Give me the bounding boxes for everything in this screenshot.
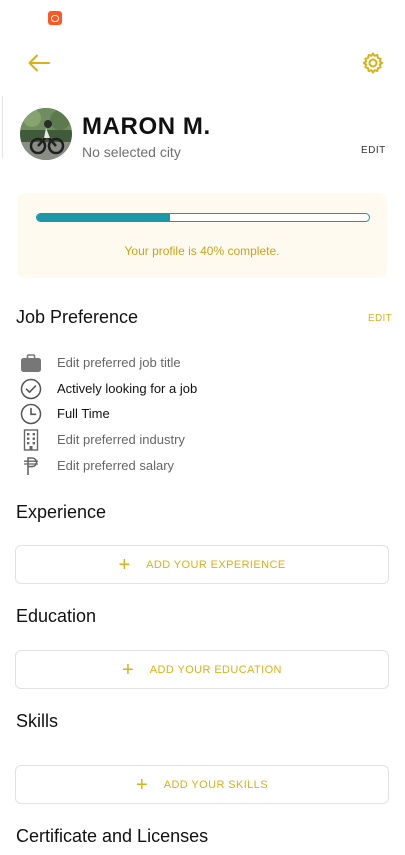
- app-notification-icon: [48, 11, 62, 25]
- briefcase-icon: [20, 352, 42, 374]
- profile-progress-bar: [36, 213, 370, 222]
- completion-text: Your profile is 40% complete.: [124, 244, 280, 258]
- pref-industry[interactable]: Edit preferred industry: [20, 429, 185, 451]
- edit-profile-button[interactable]: EDIT: [361, 145, 386, 156]
- pref-job-status[interactable]: Actively looking for a job: [20, 378, 197, 400]
- experience-title: Experience: [16, 502, 107, 522]
- pref-job-title[interactable]: Edit preferred job title: [20, 352, 181, 374]
- skills-title: Skills: [16, 711, 59, 731]
- plus-icon: +: [122, 658, 134, 681]
- certificates-title: Certificate and Licenses: [16, 826, 209, 846]
- add-education-button[interactable]: + ADD YOUR EDUCATION: [15, 650, 389, 689]
- plus-icon: +: [136, 773, 148, 796]
- pref-job-type[interactable]: Full Time: [20, 403, 110, 425]
- edit-job-preference-button[interactable]: EDIT: [368, 313, 392, 324]
- building-icon: [20, 429, 42, 451]
- clock-icon: [20, 403, 42, 425]
- profile-name: MARON M.: [82, 113, 211, 140]
- profile-city: No selected city: [82, 144, 181, 160]
- job-preference-title: Job Preference: [16, 307, 139, 327]
- pref-salary[interactable]: Edit preferred salary: [20, 455, 174, 477]
- pref-industry-label: Edit preferred industry: [57, 432, 185, 447]
- peso-icon: [20, 455, 42, 477]
- avatar-photo: [20, 108, 72, 160]
- gear-icon: [362, 52, 384, 74]
- check-circle-icon: [20, 378, 42, 400]
- add-experience-button[interactable]: + ADD YOUR EXPERIENCE: [15, 545, 389, 584]
- add-skills-label: ADD YOUR SKILLS: [163, 778, 268, 791]
- side-divider: [2, 96, 3, 158]
- education-title: Education: [16, 606, 97, 626]
- pref-salary-label: Edit preferred salary: [57, 458, 175, 473]
- add-education-label: ADD YOUR EDUCATION: [149, 663, 282, 676]
- pref-job-title-label: Edit preferred job title: [57, 355, 181, 370]
- add-skills-button[interactable]: + ADD YOUR SKILLS: [15, 765, 389, 804]
- profile-progress-fill: [37, 214, 170, 221]
- back-button[interactable]: [24, 48, 54, 78]
- plus-icon: +: [118, 553, 131, 576]
- add-experience-label: ADD YOUR EXPERIENCE: [146, 558, 286, 571]
- pref-job-type-label: Full Time: [57, 406, 110, 421]
- arrow-left-icon: [28, 54, 50, 72]
- avatar[interactable]: [20, 108, 72, 160]
- pref-job-status-label: Actively looking for a job: [57, 381, 198, 396]
- profile-completion-card: Your profile is 40% complete.: [17, 193, 387, 278]
- settings-button[interactable]: [359, 49, 387, 77]
